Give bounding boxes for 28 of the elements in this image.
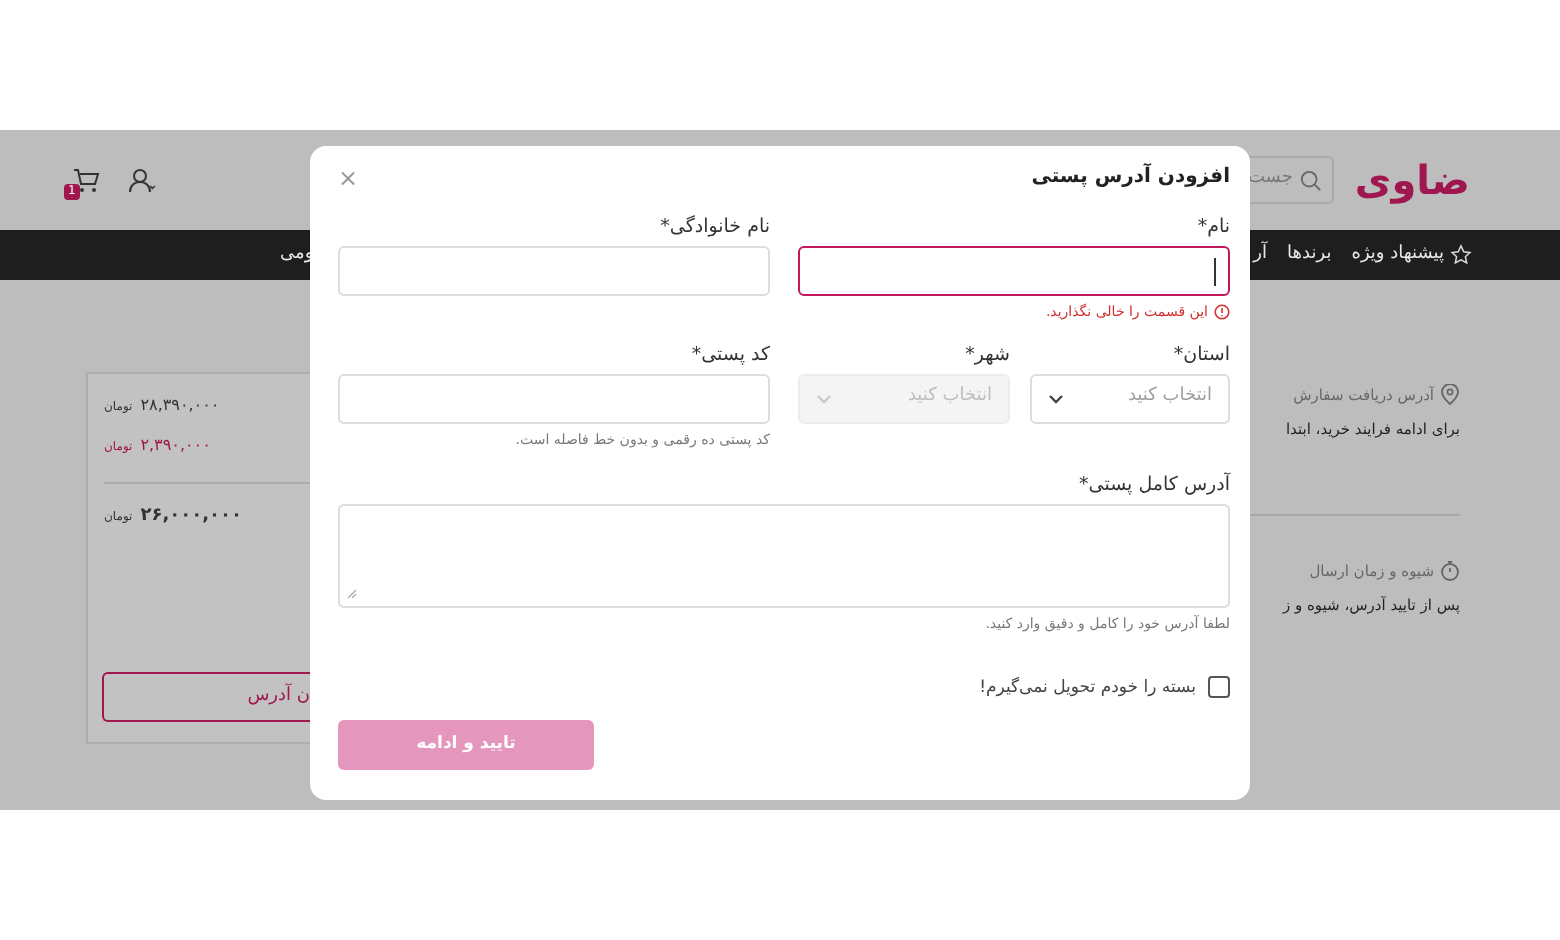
location-pin-icon (1440, 384, 1460, 407)
checkbox[interactable] (1208, 676, 1230, 699)
text-field[interactable] (798, 246, 1230, 296)
select-field[interactable]: انتخاب کنید (1030, 373, 1230, 423)
nav-link[interactable]: پیشنهاد ویژه (1351, 241, 1444, 269)
site-logo[interactable]: ضاوی (1354, 160, 1470, 200)
nav-link[interactable]: آر (1253, 241, 1268, 269)
search-icon (1300, 169, 1323, 191)
field-label: شهر* (965, 343, 1010, 367)
stopwatch-icon (1440, 559, 1460, 582)
field-label: نام* (1197, 216, 1230, 240)
chevron-down-icon (816, 393, 832, 403)
price-text: ۲,۳۹۰,۰۰۰ (140, 434, 211, 458)
close-button[interactable]: × (338, 165, 359, 189)
info-icon (1214, 304, 1230, 321)
cart-icon[interactable] (72, 167, 100, 193)
price-text: ۲۸,۳۹۰,۰۰۰ (140, 394, 220, 418)
chevron-down-icon (1048, 393, 1064, 403)
checkbox-label[interactable]: بسته را خودم تحویل نمی‌گیرم! (979, 675, 1196, 701)
field-label: آدرس کامل پستی* (1079, 474, 1230, 498)
price-text: ۲۶,۰۰۰,۰۰۰ (140, 504, 243, 530)
field-label: نام خانوادگی* (660, 216, 770, 240)
user-icon[interactable] (128, 167, 156, 193)
field-label: استان* (1173, 343, 1230, 367)
nav-link[interactable]: برندها (1287, 241, 1332, 269)
field-label: کد پستی* (691, 343, 770, 367)
star-icon (1450, 244, 1472, 266)
resize-handle-icon (346, 588, 358, 600)
